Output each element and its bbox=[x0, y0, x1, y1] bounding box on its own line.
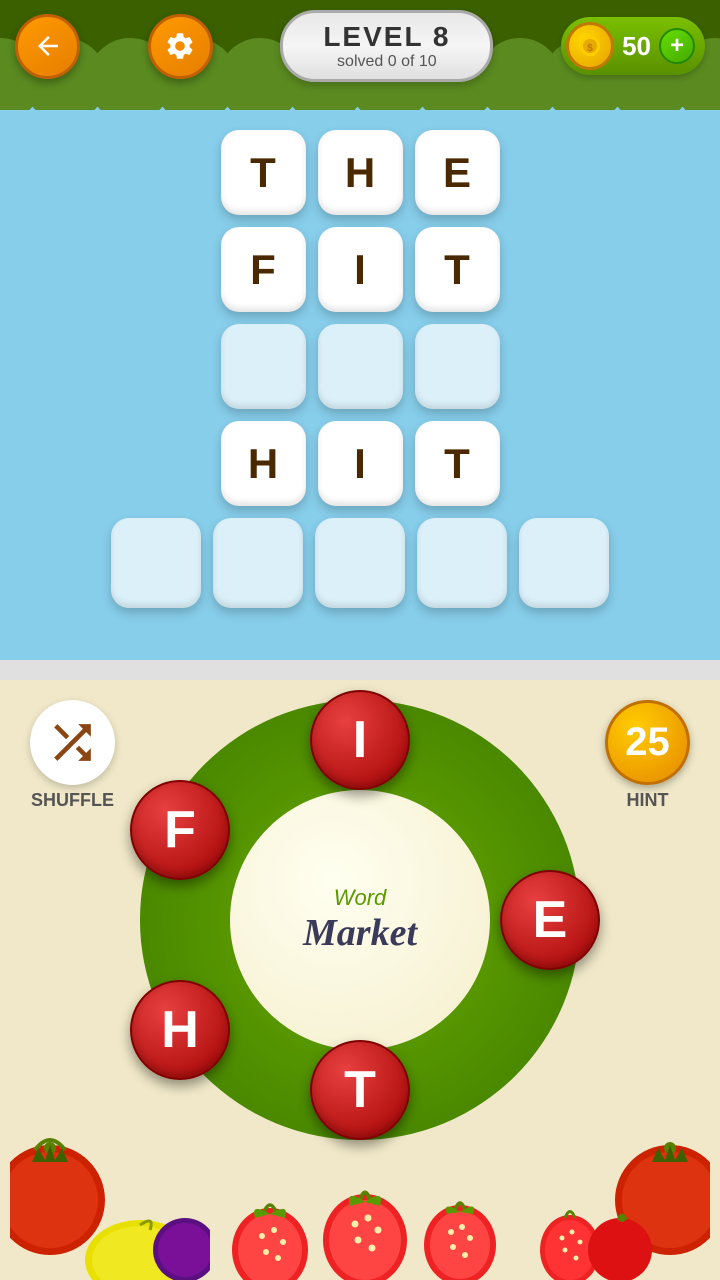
right-fruits bbox=[510, 1110, 710, 1280]
word-text: Word bbox=[303, 885, 417, 911]
hint-button[interactable]: 25 HINT bbox=[605, 700, 690, 811]
shuffle-label: SHUFFLE bbox=[31, 790, 114, 811]
word-circle-outer: I E T H F Word Market bbox=[140, 700, 580, 1140]
level-title: LEVEL 8 bbox=[323, 21, 450, 53]
tile-empty-5-2 bbox=[213, 518, 303, 608]
tile-E1[interactable]: E bbox=[415, 130, 500, 215]
tile-H2[interactable]: H bbox=[221, 421, 306, 506]
tile-empty-5-4 bbox=[417, 518, 507, 608]
tiles-area: T H E F I T H I T bbox=[0, 130, 720, 608]
tile-T3[interactable]: T bbox=[415, 421, 500, 506]
circle-letter-H[interactable]: H bbox=[130, 980, 230, 1080]
tile-row-4: H I T bbox=[221, 421, 500, 506]
word-market-text: Word Market bbox=[303, 885, 417, 955]
bottom-game-area: SHUFFLE 25 HINT I E T H F Word Market bbox=[0, 680, 720, 1280]
settings-button[interactable] bbox=[148, 14, 213, 79]
tile-I2[interactable]: I bbox=[318, 421, 403, 506]
add-coins-button[interactable]: + bbox=[659, 28, 695, 64]
svg-text:$: $ bbox=[587, 43, 593, 54]
circle-letter-F[interactable]: F bbox=[130, 780, 230, 880]
settings-icon bbox=[164, 30, 196, 62]
tile-row-3 bbox=[221, 324, 500, 409]
hint-count: 25 bbox=[625, 720, 670, 765]
section-separator bbox=[0, 660, 720, 680]
hint-circle: 25 bbox=[605, 700, 690, 785]
circle-letter-I[interactable]: I bbox=[310, 690, 410, 790]
tile-row-5 bbox=[111, 518, 609, 608]
shuffle-button[interactable]: SHUFFLE bbox=[30, 700, 115, 811]
tile-row-1: T H E bbox=[221, 130, 500, 215]
level-subtitle: solved 0 of 10 bbox=[323, 53, 450, 71]
level-badge: LEVEL 8 solved 0 of 10 bbox=[280, 10, 493, 82]
tile-row-2: F I T bbox=[221, 227, 500, 312]
center-fruits bbox=[190, 1150, 530, 1280]
back-icon bbox=[33, 31, 63, 61]
tile-H1[interactable]: H bbox=[318, 130, 403, 215]
tile-empty-2 bbox=[318, 324, 403, 409]
tile-empty-3 bbox=[415, 324, 500, 409]
shuffle-icon bbox=[45, 715, 100, 770]
word-circle-container: I E T H F Word Market bbox=[140, 700, 580, 1140]
coin-icon: $ bbox=[566, 22, 614, 70]
market-text: Market bbox=[303, 911, 417, 955]
fruit-decoration bbox=[0, 1110, 720, 1280]
tile-I1[interactable]: I bbox=[318, 227, 403, 312]
tile-empty-5-5 bbox=[519, 518, 609, 608]
shuffle-icon-bg bbox=[30, 700, 115, 785]
back-button[interactable] bbox=[15, 14, 80, 79]
coin-symbol: $ bbox=[578, 34, 602, 58]
top-game-area: LEVEL 8 solved 0 of 10 $ 50 + T H E F bbox=[0, 0, 720, 660]
tile-empty-1 bbox=[221, 324, 306, 409]
header: LEVEL 8 solved 0 of 10 $ 50 + bbox=[0, 10, 720, 82]
hint-label: HINT bbox=[627, 790, 669, 811]
circle-letter-E[interactable]: E bbox=[500, 870, 600, 970]
coin-count: 50 bbox=[622, 31, 651, 62]
tile-F1[interactable]: F bbox=[221, 227, 306, 312]
tile-T1[interactable]: T bbox=[221, 130, 306, 215]
tile-empty-5-1 bbox=[111, 518, 201, 608]
word-circle-inner: Word Market bbox=[230, 790, 490, 1050]
tile-empty-5-3 bbox=[315, 518, 405, 608]
left-fruits bbox=[10, 1110, 210, 1280]
tile-T2[interactable]: T bbox=[415, 227, 500, 312]
coin-area: $ 50 + bbox=[561, 17, 705, 75]
